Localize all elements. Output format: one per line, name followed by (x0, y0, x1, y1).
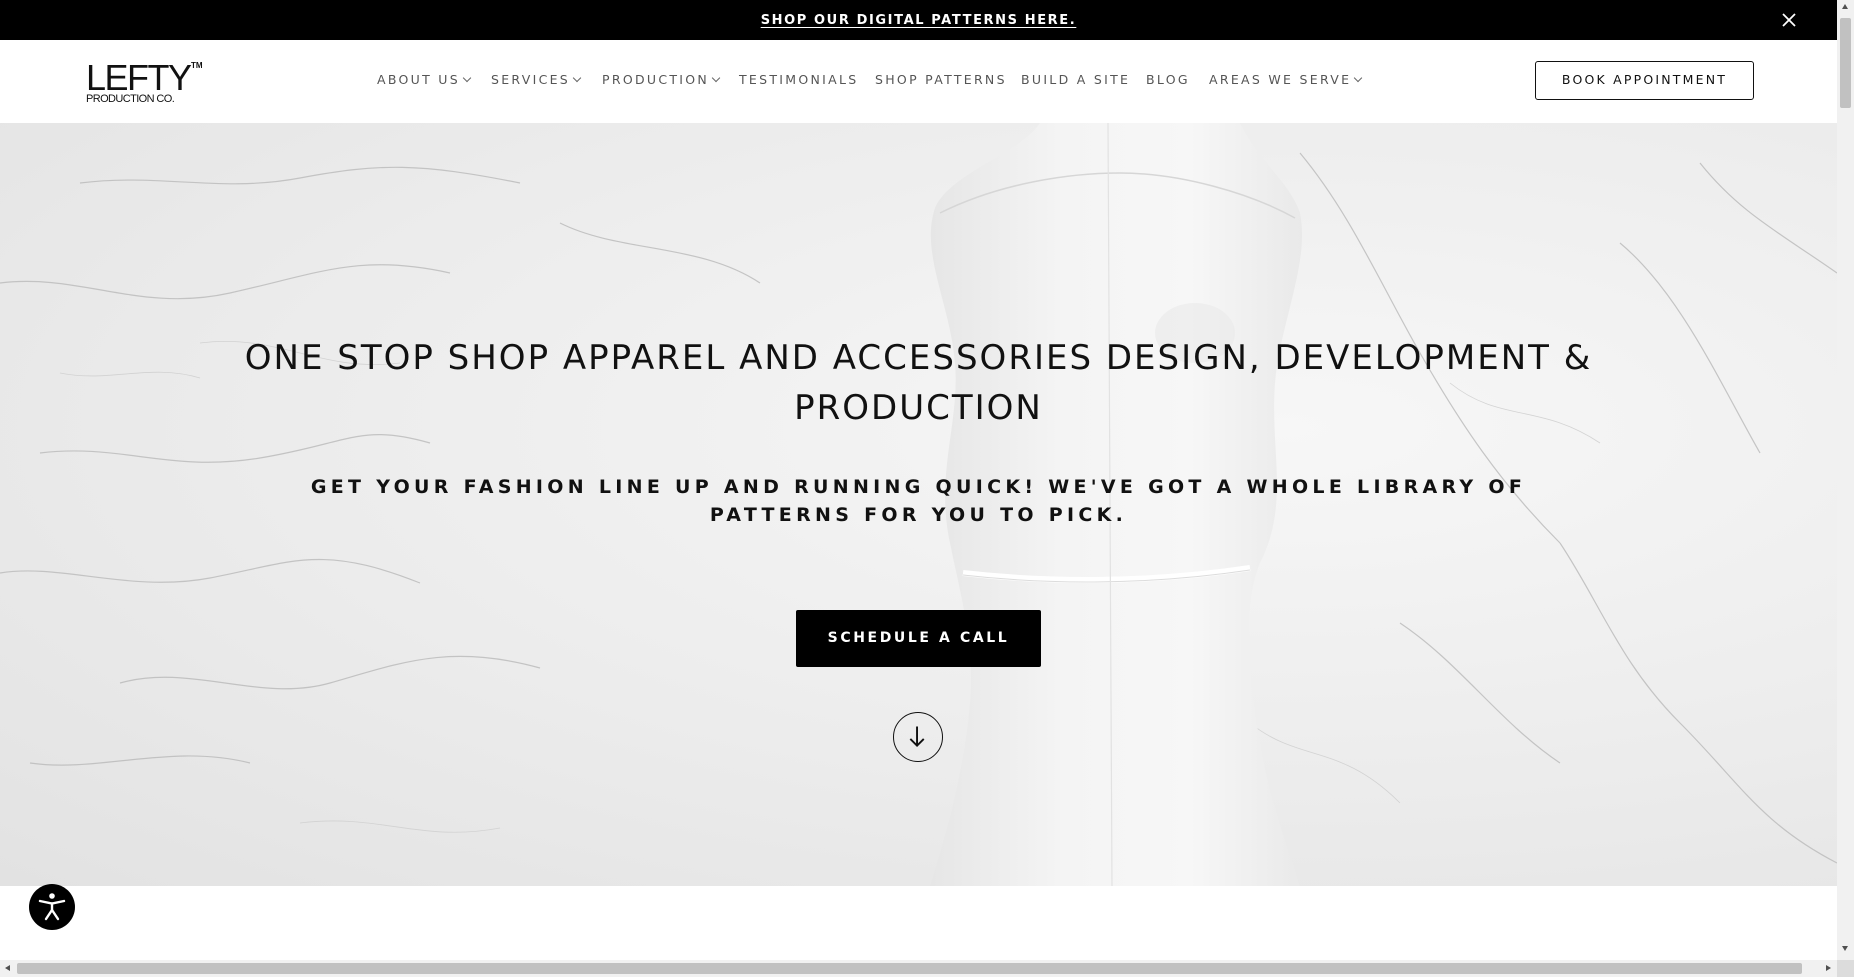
accessibility-icon (38, 893, 66, 921)
nav-item-services[interactable]: SERVICES (491, 72, 582, 87)
nav-item-shop-patterns[interactable]: SHOP PATTERNS (875, 72, 1007, 87)
shop-patterns-announcement-link[interactable]: SHOP OUR DIGITAL PATTERNS HERE. (0, 13, 1837, 28)
book-appointment-button[interactable]: BOOK APPOINTMENT (1535, 61, 1754, 100)
nav-item-label: SHOP PATTERNS (875, 72, 1007, 87)
hero-heading: ONE STOP SHOP APPAREL AND ACCESSORIES DE… (244, 338, 1593, 428)
scroll-right-arrow-icon[interactable] (1826, 965, 1831, 971)
nav-item-build-a-site[interactable]: BUILD A SITE (1021, 72, 1130, 87)
vertical-scrollbar[interactable] (1837, 0, 1854, 960)
nav-item-label: SERVICES (491, 72, 571, 87)
scroll-down-arrow-icon[interactable] (1842, 946, 1848, 951)
hero-subheading: GET YOUR FASHION LINE UP AND RUNNING QUI… (310, 476, 1527, 526)
horizontal-scrollbar[interactable] (0, 960, 1837, 977)
nav-item-testimonials[interactable]: TESTIMONIALS (739, 72, 859, 87)
scroll-left-arrow-icon[interactable] (5, 965, 10, 971)
site-header: LEFTY TM PRODUCTION CO. ABOUT US SERVICE… (0, 40, 1837, 123)
nav-item-production[interactable]: PRODUCTION (602, 72, 721, 87)
nav-item-label: BLOG (1146, 72, 1190, 87)
horizontal-scrollbar-thumb[interactable] (17, 963, 1802, 974)
accessibility-widget-button[interactable] (29, 884, 75, 930)
logo-trademark: TM (191, 61, 203, 70)
chevron-down-icon (462, 73, 472, 83)
schedule-a-call-button[interactable]: SCHEDULE A CALL (796, 610, 1041, 667)
hero-section: ONE STOP SHOP APPAREL AND ACCESSORIES DE… (0, 123, 1837, 886)
nav-item-label: PRODUCTION (602, 72, 710, 87)
vertical-scrollbar-thumb[interactable] (1840, 18, 1851, 108)
scroll-up-arrow-icon[interactable] (1842, 4, 1848, 9)
nav-item-label: ABOUT US (377, 72, 460, 87)
scrollbar-corner (1837, 960, 1854, 977)
chevron-down-icon (1354, 73, 1363, 83)
nav-item-label: BUILD A SITE (1021, 72, 1131, 87)
nav-item-blog[interactable]: BLOG (1146, 72, 1190, 87)
announcement-bar: SHOP OUR DIGITAL PATTERNS HERE. (0, 0, 1837, 40)
nav-item-label: TESTIMONIALS (739, 72, 859, 87)
nav-item-areas-we-serve[interactable]: AREAS WE SERVE (1209, 72, 1363, 87)
close-icon[interactable] (1780, 11, 1798, 29)
nav-item-label: AREAS WE SERVE (1209, 72, 1352, 87)
chevron-down-icon (711, 73, 721, 83)
nav-item-about-us[interactable]: ABOUT US (377, 72, 472, 87)
chevron-down-icon (572, 73, 582, 83)
logo-subtitle: PRODUCTION CO. (86, 93, 175, 105)
arrow-down-icon[interactable] (893, 712, 943, 762)
